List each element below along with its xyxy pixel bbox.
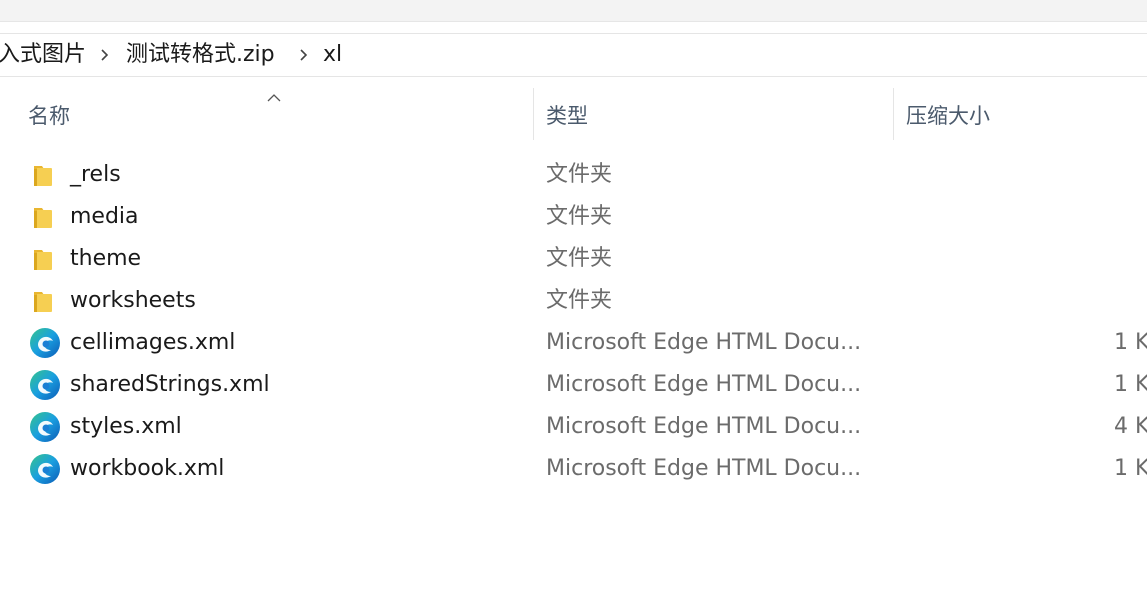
- list-item[interactable]: workbook.xml Microsoft Edge HTML Docu...…: [0, 448, 1147, 490]
- edge-icon: [29, 453, 61, 485]
- file-size: 1 K: [1114, 456, 1147, 481]
- file-size: [1114, 154, 1147, 196]
- list-item[interactable]: cellimages.xml Microsoft Edge HTML Docu.…: [0, 322, 1147, 364]
- file-name: _rels: [70, 162, 121, 187]
- column-header-name[interactable]: 名称: [28, 88, 70, 140]
- column-header-compressed-size[interactable]: 压缩大小: [906, 88, 990, 140]
- file-name: sharedStrings.xml: [70, 372, 270, 397]
- file-name: worksheets: [70, 288, 196, 313]
- address-bar[interactable]: 入式图片 测试转格式.zip xl: [0, 33, 1147, 77]
- column-header-type[interactable]: 类型: [546, 88, 588, 140]
- list-item[interactable]: sharedStrings.xml Microsoft Edge HTML Do…: [0, 364, 1147, 406]
- column-header-row: 名称 类型 压缩大小: [0, 88, 1147, 140]
- title-bar-strip: [0, 0, 1147, 22]
- file-name: workbook.xml: [70, 456, 225, 481]
- file-name: theme: [70, 246, 142, 271]
- chevron-right-icon[interactable]: [295, 47, 311, 63]
- file-type: Microsoft Edge HTML Docu...: [546, 372, 862, 397]
- breadcrumb-item-zip[interactable]: 测试转格式.zip: [126, 34, 275, 76]
- file-size: [1114, 238, 1147, 280]
- file-type: Microsoft Edge HTML Docu...: [546, 330, 862, 355]
- folder-icon: [29, 285, 61, 317]
- file-size: 4 K: [1114, 414, 1147, 439]
- file-name: cellimages.xml: [70, 330, 236, 355]
- column-divider[interactable]: [893, 88, 894, 140]
- breadcrumb-item-parent[interactable]: 入式图片: [0, 34, 86, 76]
- file-size: 1 K: [1114, 330, 1147, 355]
- list-item[interactable]: styles.xml Microsoft Edge HTML Docu... 4…: [0, 406, 1147, 448]
- file-type: Microsoft Edge HTML Docu...: [546, 456, 862, 481]
- sort-ascending-icon: [266, 88, 282, 102]
- edge-icon: [29, 327, 61, 359]
- file-size: [1114, 280, 1147, 322]
- folder-icon: [29, 243, 61, 275]
- file-type: 文件夹: [546, 162, 613, 187]
- file-size: 1 K: [1114, 372, 1147, 397]
- column-divider[interactable]: [533, 88, 534, 140]
- list-item[interactable]: worksheets 文件夹: [0, 280, 1147, 322]
- edge-icon: [29, 411, 61, 443]
- file-type: 文件夹: [546, 288, 613, 313]
- file-size: [1114, 196, 1147, 238]
- list-item[interactable]: _rels 文件夹: [0, 154, 1147, 196]
- list-item[interactable]: media 文件夹: [0, 196, 1147, 238]
- edge-icon: [29, 369, 61, 401]
- folder-icon: [29, 159, 61, 191]
- folder-icon: [29, 201, 61, 233]
- file-type: 文件夹: [546, 246, 613, 271]
- chevron-right-icon[interactable]: [96, 47, 112, 63]
- breadcrumb-item-current[interactable]: xl: [323, 34, 342, 76]
- file-type: 文件夹: [546, 204, 613, 229]
- file-name: styles.xml: [70, 414, 182, 439]
- list-item[interactable]: theme 文件夹: [0, 238, 1147, 280]
- file-name: media: [70, 204, 139, 229]
- file-type: Microsoft Edge HTML Docu...: [546, 414, 862, 439]
